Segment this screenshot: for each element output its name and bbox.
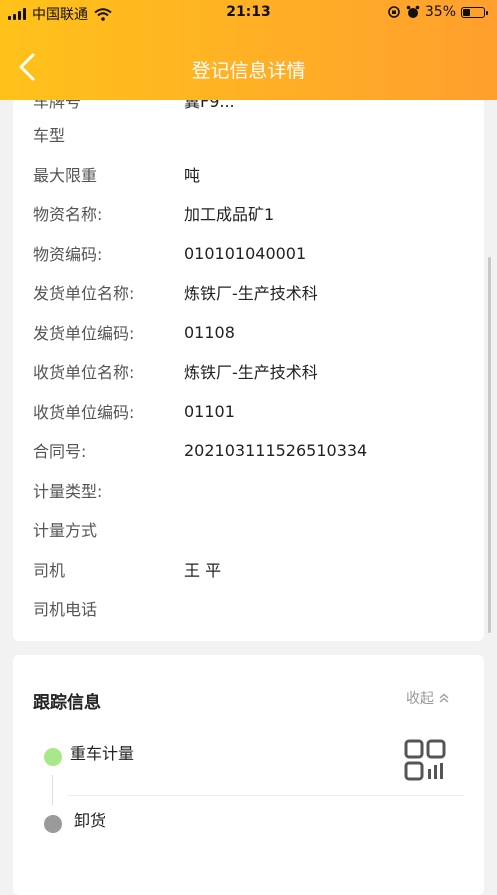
detail-value: 202103111526510334 [184, 440, 368, 460]
detail-label: 合同号: [33, 442, 87, 461]
detail-row-driver: 司机 王 平 [33, 555, 221, 583]
detail-row-max-weight: 最大限重 吨 [33, 160, 200, 188]
detail-label: 收货单位编码: [33, 403, 135, 422]
detail-label: 计量方式 [33, 521, 98, 540]
detail-label: 司机电话 [33, 600, 98, 619]
detail-card: 车牌号 冀F9... 车型 最大限重 吨 物资名称: 加工成品矿1 物资编码: … [13, 80, 484, 641]
step-divider [67, 795, 464, 796]
detail-value: 加工成品矿1 [184, 205, 275, 224]
detail-value: 吨 [184, 166, 201, 185]
detail-row-shipper-code: 发货单位编码: 01108 [33, 318, 235, 346]
detail-value: 炼铁厂-生产技术科 [184, 284, 318, 303]
scrollbar[interactable] [488, 257, 491, 633]
alarm-icon [406, 5, 420, 18]
detail-row-driver-phone: 司机电话 [33, 594, 184, 622]
detail-row-measure-type: 计量类型: [33, 476, 184, 504]
detail-row-shipper-name: 发货单位名称: 炼铁厂-生产技术科 [33, 278, 318, 306]
detail-label: 发货单位名称: [33, 284, 135, 303]
detail-label: 收货单位名称: [33, 363, 135, 382]
detail-label: 物资编码: [33, 245, 103, 264]
detail-row-measure-method: 计量方式 [33, 515, 184, 543]
detail-row-contract: 合同号: 202103111526510334 [33, 436, 367, 464]
step-label: 重车计量 [70, 744, 135, 763]
step-dot-pending [44, 815, 62, 833]
detail-label: 车型 [33, 126, 66, 145]
detail-row-vehicle-type: 车型 [33, 120, 184, 148]
chevron-up-icon [439, 693, 449, 703]
qrcode-icon[interactable] [404, 739, 446, 781]
detail-label: 司机 [33, 561, 66, 580]
detail-value: 炼铁厂-生产技术科 [184, 363, 318, 382]
detail-label: 最大限重 [33, 166, 98, 185]
orientation-lock-icon [388, 6, 400, 18]
detail-label: 计量类型: [33, 482, 103, 501]
battery-percent: 35% [424, 4, 456, 20]
detail-value: 010101040001 [184, 243, 307, 263]
step-dot-completed [44, 748, 62, 766]
detail-row-receiver-code: 收货单位编码: 01101 [33, 397, 235, 425]
tracking-card: 跟踪信息 收起 重车计量 卸货 [13, 655, 484, 895]
collapse-button[interactable]: 收起 [406, 688, 450, 708]
detail-value: 01108 [184, 322, 235, 342]
detail-value: 王 平 [184, 561, 222, 580]
collapse-label: 收起 [406, 691, 434, 707]
detail-row-material-code: 物资编码: 010101040001 [33, 239, 306, 267]
detail-label: 物资名称: [33, 205, 103, 224]
battery-icon [461, 6, 488, 18]
detail-label: 发货单位编码: [33, 324, 135, 343]
timeline-connector [52, 775, 53, 805]
detail-row-receiver-name: 收货单位名称: 炼铁厂-生产技术科 [33, 357, 318, 385]
app-header: 中国联通 21:13 35% 登记信息详情 [0, 0, 497, 100]
status-bar: 中国联通 21:13 35% [0, 0, 497, 26]
page-title: 登记信息详情 [191, 60, 306, 82]
step-label: 卸货 [74, 811, 107, 830]
tracking-title: 跟踪信息 [33, 693, 101, 713]
detail-row-material-name: 物资名称: 加工成品矿1 [33, 199, 274, 227]
detail-value: 01101 [184, 401, 235, 421]
